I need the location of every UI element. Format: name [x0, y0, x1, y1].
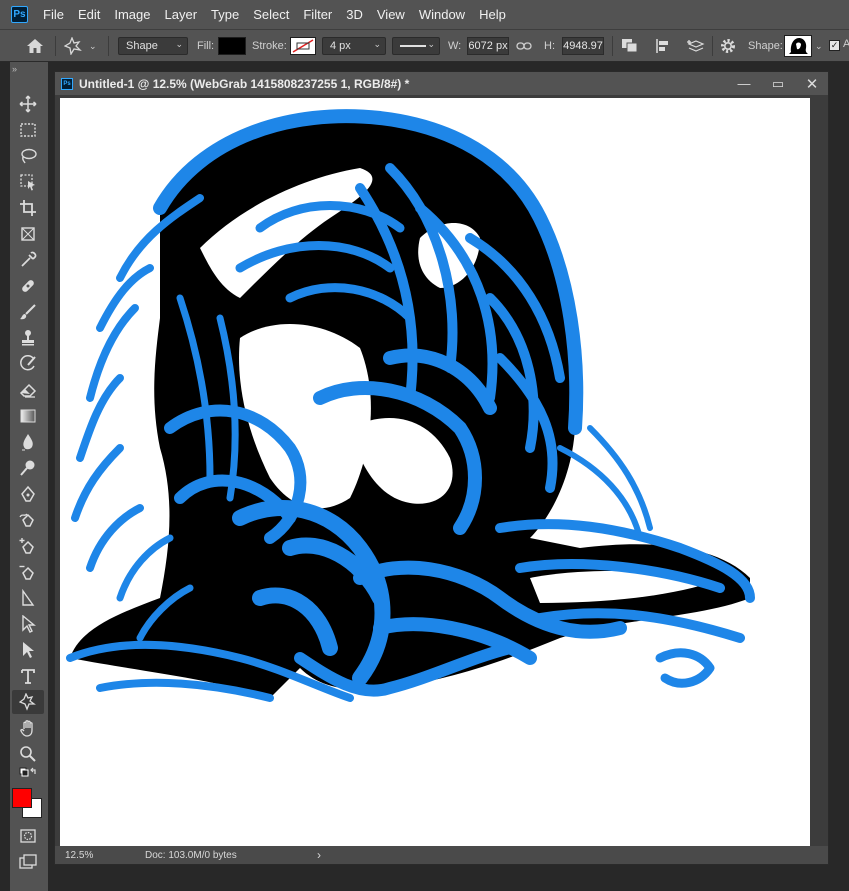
path-alignment-icon[interactable]: [654, 30, 672, 62]
canvas[interactable]: [60, 98, 810, 847]
zoom-level[interactable]: 12.5%: [65, 850, 111, 861]
foreground-color-swatch[interactable]: [12, 788, 32, 808]
foreground-color: [13, 789, 31, 807]
height-input[interactable]: 4948.97: [562, 37, 604, 55]
menu-bar: Ps File Edit Image Layer Type Select Fil…: [0, 0, 849, 29]
photoshop-logo[interactable]: Ps: [11, 6, 28, 23]
chevron-down-icon[interactable]: ⌄: [815, 30, 823, 62]
add-anchor-point-tool-icon[interactable]: [12, 534, 44, 558]
type-tool-icon[interactable]: [12, 664, 44, 688]
chevron-down-icon: ⌄: [175, 39, 183, 49]
marquee-tool-icon[interactable]: [12, 118, 44, 142]
freeform-pen-tool-icon[interactable]: [12, 508, 44, 532]
pen-tool-icon[interactable]: [12, 482, 44, 506]
menu-edit[interactable]: Edit: [71, 0, 107, 29]
hand-tool-icon[interactable]: [12, 716, 44, 740]
eyedropper-tool-icon[interactable]: [12, 248, 44, 272]
chevron-down-icon: ⌄: [89, 40, 97, 51]
fill-swatch[interactable]: [218, 37, 246, 55]
crop-tool-icon[interactable]: [12, 196, 44, 220]
align-edges-checkbox[interactable]: ✓: [829, 40, 840, 51]
path-arrangement-icon[interactable]: [686, 30, 706, 62]
width-label: W:: [448, 40, 462, 52]
black-shape-layer: [70, 116, 750, 698]
blur-tool-icon[interactable]: [12, 430, 44, 454]
menu-file[interactable]: File: [36, 0, 71, 29]
chevron-down-icon: ⌄: [373, 39, 381, 49]
history-brush-tool-icon[interactable]: [12, 352, 44, 376]
home-icon[interactable]: [26, 30, 44, 62]
link-icon[interactable]: [516, 30, 532, 62]
stroke-label: Stroke:: [252, 40, 287, 52]
solid-line-icon: [400, 45, 426, 47]
zoom-tool-icon[interactable]: [12, 742, 44, 766]
gradient-tool-icon[interactable]: [12, 404, 44, 428]
path-operations-icon[interactable]: [620, 30, 640, 62]
no-stroke-icon: [292, 39, 314, 53]
maximize-icon[interactable]: ▭: [761, 72, 795, 95]
screen-mode-icon[interactable]: [12, 850, 44, 874]
status-bar: 12.5% Doc: 103.0M/0 bytes ›: [55, 846, 828, 864]
brush-tool-icon[interactable]: [12, 300, 44, 324]
quick-mask-icon[interactable]: [12, 824, 44, 848]
custom-shape-tool-preset-icon[interactable]: ⌄: [64, 30, 97, 62]
shape-picker[interactable]: [784, 35, 812, 57]
shape-thumbnail-icon: [789, 38, 808, 54]
menu-layer[interactable]: Layer: [158, 0, 205, 29]
dodge-tool-icon[interactable]: [12, 456, 44, 480]
stroke-width-value: 4 px: [330, 40, 351, 52]
status-menu-arrow-icon[interactable]: ›: [317, 848, 321, 862]
chevron-down-icon: ⌄: [427, 39, 435, 49]
convert-point-tool-icon[interactable]: [12, 586, 44, 610]
direct-selection-tool-icon[interactable]: [12, 638, 44, 662]
tool-mode-select[interactable]: Shape ⌄: [118, 37, 188, 55]
document-ps-icon: Ps: [61, 77, 73, 90]
clone-stamp-tool-icon[interactable]: [12, 326, 44, 350]
artwork: [66, 109, 755, 702]
healing-brush-tool-icon[interactable]: [12, 274, 44, 298]
separator: [712, 36, 713, 56]
stroke-swatch[interactable]: [290, 37, 316, 55]
eraser-tool-icon[interactable]: [12, 378, 44, 402]
menu-help[interactable]: Help: [472, 0, 513, 29]
menu-select[interactable]: Select: [246, 0, 296, 29]
menu-filter[interactable]: Filter: [296, 0, 339, 29]
collapse-panel-icon[interactable]: »: [12, 64, 17, 74]
separator: [108, 36, 109, 56]
menu-3d[interactable]: 3D: [339, 0, 370, 29]
fill-color: [219, 38, 245, 54]
document-size-info: Doc: 103.0M/0 bytes: [145, 849, 237, 861]
options-bar: ⌄ Shape ⌄ Fill: Stroke: 4 px ⌄ ⌄ W: 6072…: [0, 29, 849, 62]
height-label: H:: [544, 40, 555, 52]
close-icon[interactable]: ✕: [795, 72, 829, 95]
minimize-icon[interactable]: —: [727, 72, 761, 95]
shape-label: Shape:: [748, 40, 783, 52]
gear-icon[interactable]: [720, 30, 736, 62]
delete-anchor-point-tool-icon[interactable]: [12, 560, 44, 584]
tool-mode-value: Shape: [126, 40, 158, 52]
menu-window[interactable]: Window: [412, 0, 472, 29]
stroke-width-field[interactable]: 4 px ⌄: [322, 37, 386, 55]
lasso-tool-icon[interactable]: [12, 144, 44, 168]
custom-shape-tool-icon[interactable]: [12, 690, 44, 714]
object-selection-tool-icon[interactable]: [12, 170, 44, 194]
fill-label: Fill:: [197, 40, 215, 52]
document-tab[interactable]: Ps Untitled-1 @ 12.5% (WebGrab 141580823…: [55, 72, 828, 95]
frame-tool-icon[interactable]: [12, 222, 44, 246]
move-tool-icon[interactable]: [12, 92, 44, 116]
separator: [612, 36, 613, 56]
width-input[interactable]: 6072 px: [467, 37, 509, 55]
path-selection-tool-icon[interactable]: [12, 612, 44, 636]
menu-view[interactable]: View: [370, 0, 412, 29]
swap-colors-icon[interactable]: [12, 766, 44, 786]
vertical-scrollbar[interactable]: [815, 98, 825, 847]
menu-image[interactable]: Image: [107, 0, 157, 29]
separator: [55, 36, 56, 56]
document-title: Untitled-1 @ 12.5% (WebGrab 141580823725…: [79, 76, 410, 91]
truncated-label: A: [843, 38, 849, 50]
menu-type[interactable]: Type: [204, 0, 246, 29]
document-window: Ps Untitled-1 @ 12.5% (WebGrab 141580823…: [54, 71, 829, 865]
stroke-type-select[interactable]: ⌄: [392, 37, 440, 55]
